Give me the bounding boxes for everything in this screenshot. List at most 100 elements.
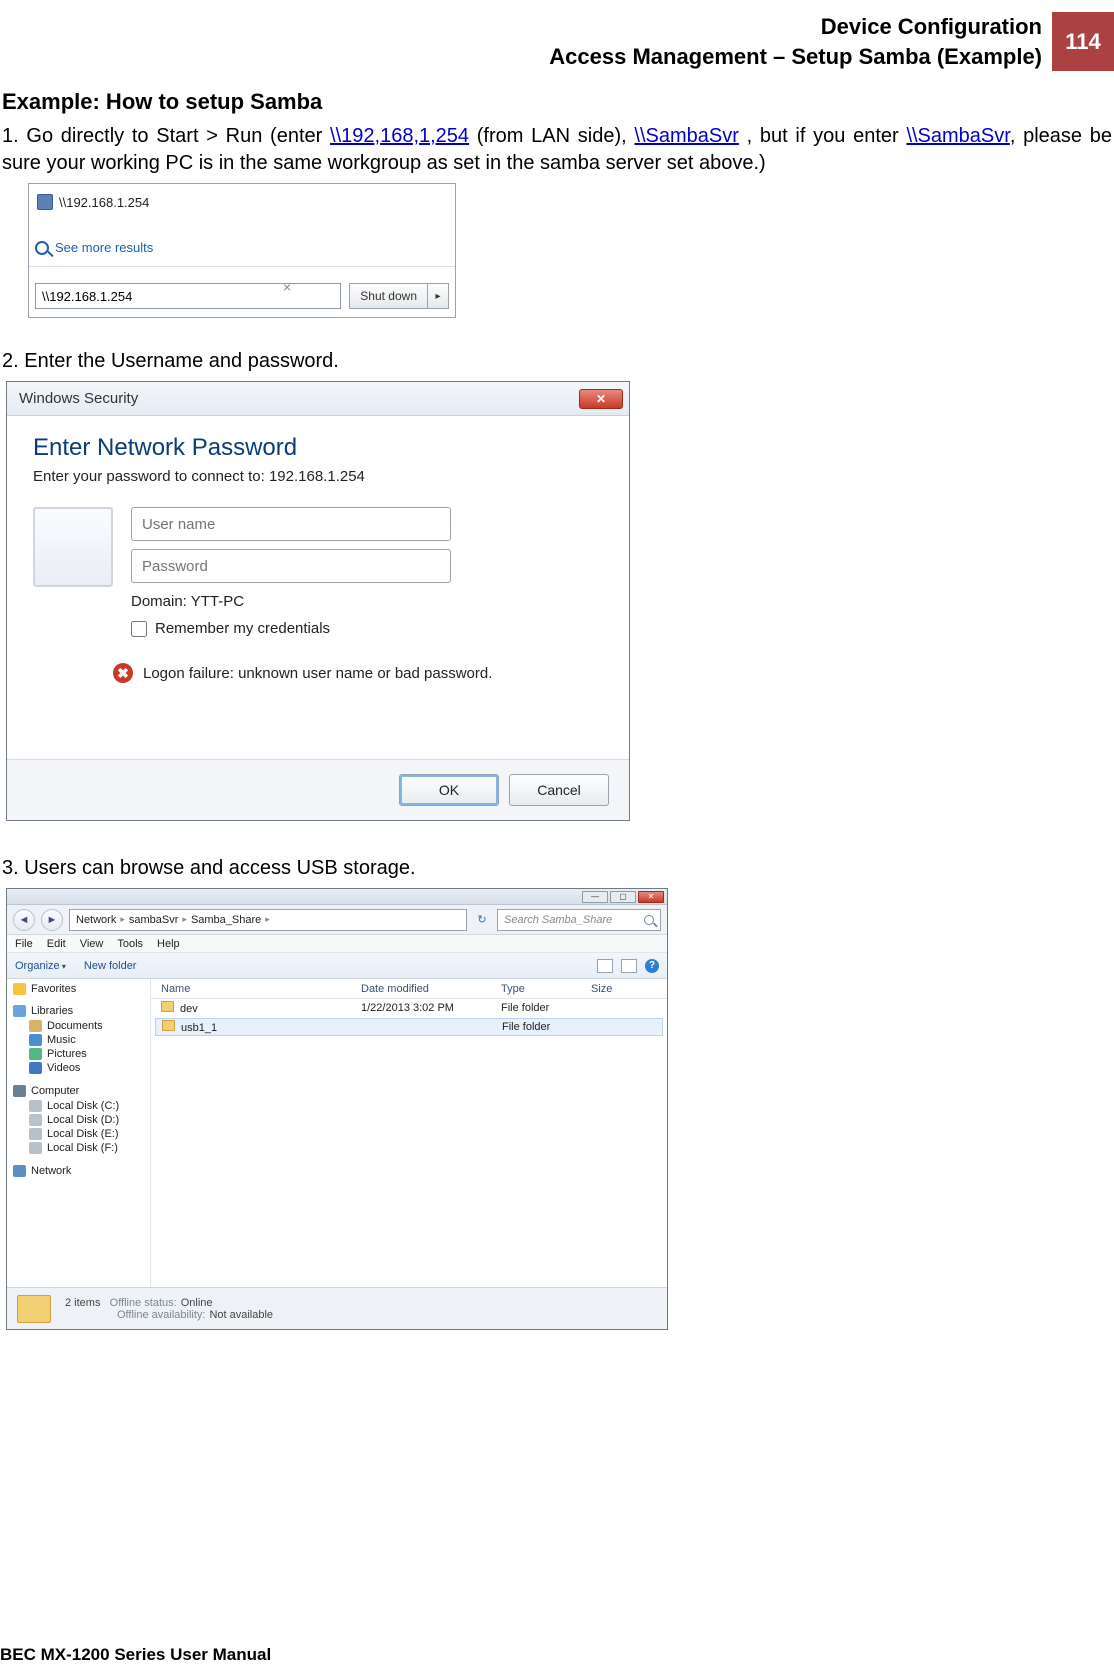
sidebar-disk-d[interactable]: Local Disk (D:) <box>13 1113 150 1127</box>
link-sambasvr-1[interactable]: \\SambaSvr <box>634 125 738 147</box>
nav-forward-button[interactable]: ► <box>41 909 63 931</box>
step-1: 1. Go directly to Start > Run (enter \\1… <box>2 123 1112 318</box>
item-date: 1/22/2013 3:02 PM <box>361 1002 501 1014</box>
step-2: 2. Enter the Username and password. Wind… <box>2 348 1112 821</box>
sidebar-videos[interactable]: Videos <box>13 1061 150 1075</box>
breadcrumb-share[interactable]: Samba_Share <box>191 914 261 926</box>
header-line1: Device Configuration <box>549 12 1042 42</box>
remember-credentials[interactable]: Remember my credentials <box>131 620 603 637</box>
favorites-label: Favorites <box>31 983 76 995</box>
disk-icon <box>29 1100 42 1112</box>
status-k2: Offline availability: <box>117 1309 205 1321</box>
item-type: File folder <box>501 1002 591 1014</box>
breadcrumb-bar[interactable]: Network▸ sambaSvr▸ Samba_Share▸ <box>69 909 467 931</box>
cancel-button[interactable]: Cancel <box>509 774 609 806</box>
item-name: dev <box>180 1003 198 1015</box>
refresh-button[interactable]: ↻ <box>473 913 491 926</box>
col-date[interactable]: Date modified <box>361 983 501 995</box>
sidebar-pictures[interactable]: Pictures <box>13 1047 150 1061</box>
menu-file[interactable]: File <box>15 938 33 950</box>
folder-icon <box>162 1020 175 1031</box>
disk-label: Local Disk (F:) <box>47 1142 118 1154</box>
step1-mid2: , but if you enter <box>739 125 907 147</box>
folder-icon <box>17 1295 51 1323</box>
chevron-right-icon: ▸ <box>435 291 440 302</box>
sidebar-disk-f[interactable]: Local Disk (F:) <box>13 1141 150 1155</box>
menu-tools[interactable]: Tools <box>117 938 143 950</box>
step1-mid1: (from LAN side), <box>469 125 634 147</box>
dialog-heading: Enter Network Password <box>33 434 603 462</box>
minimize-button[interactable]: — <box>582 891 608 903</box>
view-icon[interactable] <box>597 959 613 973</box>
remember-checkbox[interactable] <box>131 621 147 637</box>
sidebar-favorites[interactable]: Favorites <box>13 983 150 995</box>
window-frame[interactable]: — ▢ ✕ <box>7 889 667 905</box>
username-input[interactable] <box>131 507 451 541</box>
preview-pane-icon[interactable] <box>621 959 637 973</box>
shutdown-options-button[interactable]: ▸ <box>428 283 449 309</box>
domain-label: Domain: YTT-PC <box>131 593 603 610</box>
col-name[interactable]: Name <box>161 983 361 995</box>
menu-view[interactable]: View <box>80 938 104 950</box>
password-input[interactable] <box>131 549 451 583</box>
shutdown-button[interactable]: Shut down <box>349 283 428 309</box>
close-button[interactable]: ✕ <box>579 389 623 409</box>
pictures-label: Pictures <box>47 1048 87 1060</box>
disk-label: Local Disk (E:) <box>47 1128 119 1140</box>
toolbar: Organize New folder ? <box>7 953 667 979</box>
address-bar-row: ◄ ► Network▸ sambaSvr▸ Samba_Share▸ ↻ Se… <box>7 905 667 935</box>
start-search-input[interactable] <box>35 283 341 309</box>
ok-button[interactable]: OK <box>399 774 499 806</box>
newfolder-button[interactable]: New folder <box>84 960 137 972</box>
videos-icon <box>29 1062 42 1074</box>
col-size[interactable]: Size <box>591 983 661 995</box>
status-v2: Not available <box>209 1309 273 1321</box>
step1-prefix: 1. Go directly to Start > Run (enter <box>2 125 330 147</box>
search-result-label: \\192.168.1.254 <box>59 195 149 210</box>
network-location-icon <box>37 194 53 210</box>
link-ip[interactable]: \\192,168,1,254 <box>330 125 469 147</box>
search-placeholder: Search Samba_Share <box>504 914 612 926</box>
sidebar-disk-e[interactable]: Local Disk (E:) <box>13 1127 150 1141</box>
sidebar-disk-c[interactable]: Local Disk (C:) <box>13 1099 150 1113</box>
sidebar-computer[interactable]: Computer <box>13 1085 150 1097</box>
link-sambasvr-2[interactable]: \\SambaSvr <box>906 125 1009 147</box>
header-titles: Device Configuration Access Management –… <box>549 12 1052 71</box>
menu-edit[interactable]: Edit <box>47 938 66 950</box>
sidebar-libraries[interactable]: Libraries <box>13 1005 150 1017</box>
search-icon <box>35 241 49 255</box>
breadcrumb-sep-icon: ▸ <box>120 914 125 925</box>
breadcrumb-root[interactable]: Network <box>76 914 116 926</box>
see-more-results[interactable]: See more results <box>35 240 153 255</box>
search-result-item[interactable]: \\192.168.1.254 <box>37 194 149 210</box>
list-item[interactable]: usb1_1 File folder <box>155 1018 663 1036</box>
organize-button[interactable]: Organize <box>15 960 66 972</box>
menu-help[interactable]: Help <box>157 938 180 950</box>
close-icon: ✕ <box>596 392 606 406</box>
nav-back-button[interactable]: ◄ <box>13 909 35 931</box>
dialog-titlebar[interactable]: Windows Security ✕ <box>7 382 629 416</box>
shutdown-split-button[interactable]: Shut down ▸ <box>349 283 449 309</box>
music-icon <box>29 1034 42 1046</box>
list-item[interactable]: dev 1/22/2013 3:02 PM File folder <box>151 999 667 1017</box>
sidebar-documents[interactable]: Documents <box>13 1019 150 1033</box>
step1-text: 1. Go directly to Start > Run (enter \\1… <box>2 123 1112 177</box>
sidebar-network[interactable]: Network <box>13 1165 150 1177</box>
sidebar-music[interactable]: Music <box>13 1033 150 1047</box>
explorer-search-input[interactable]: Search Samba_Share <box>497 909 661 931</box>
page-header: Device Configuration Access Management –… <box>0 12 1114 71</box>
computer-label: Computer <box>31 1085 79 1097</box>
col-type[interactable]: Type <box>501 983 591 995</box>
statusbar: 2 items Offline status:Online Offline av… <box>7 1287 667 1329</box>
see-more-label: See more results <box>55 240 153 255</box>
window-close-button[interactable]: ✕ <box>638 891 664 903</box>
status-v1: Online <box>181 1297 213 1309</box>
maximize-button[interactable]: ▢ <box>610 891 636 903</box>
clear-input-icon[interactable]: × <box>283 279 291 295</box>
remember-label: Remember my credentials <box>155 620 330 637</box>
column-headers[interactable]: Name Date modified Type Size <box>151 979 667 999</box>
explorer-sidebar: Favorites Libraries Documents Music Pict… <box>7 979 151 1287</box>
breadcrumb-server[interactable]: sambaSvr <box>129 914 179 926</box>
documents-icon <box>29 1020 42 1032</box>
help-icon[interactable]: ? <box>645 959 659 973</box>
